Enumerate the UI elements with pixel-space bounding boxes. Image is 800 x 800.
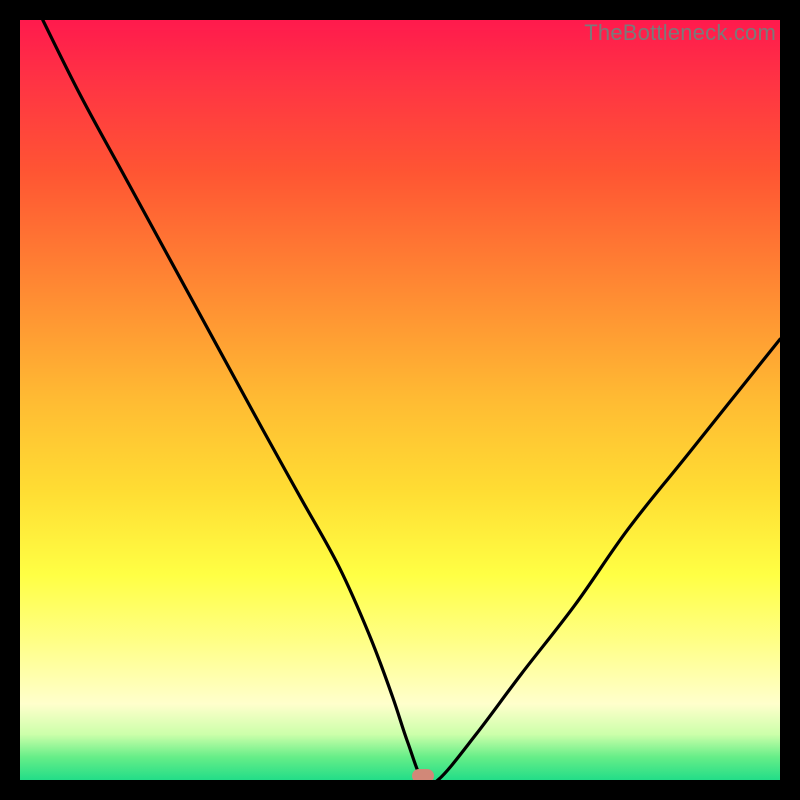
optimal-marker [412, 769, 434, 780]
watermark-text: TheBottleneck.com [584, 20, 776, 46]
chart-frame: TheBottleneck.com [20, 20, 780, 780]
bottleneck-curve [20, 20, 780, 780]
plot-area [20, 20, 780, 780]
